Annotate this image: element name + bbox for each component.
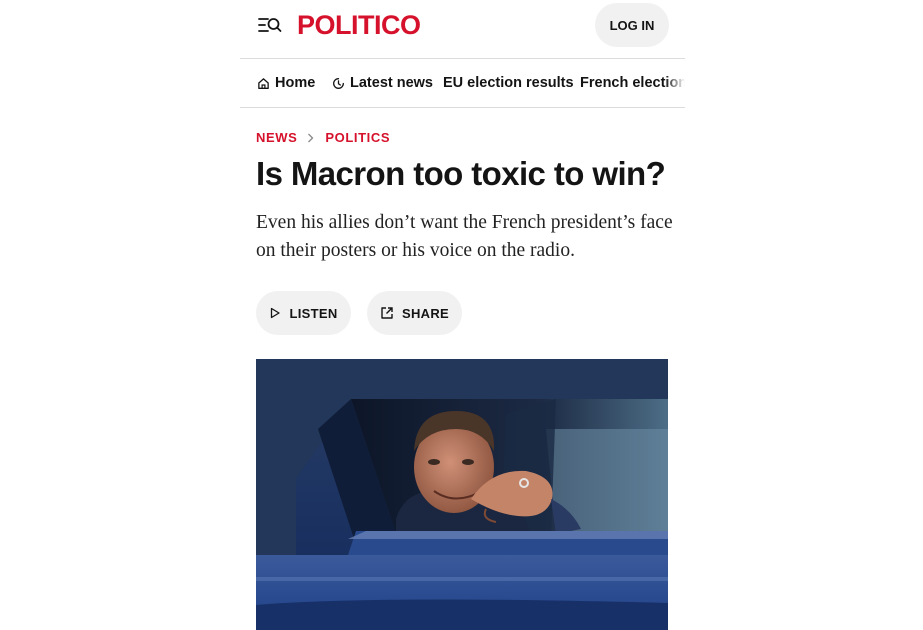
chevron-right-icon [307,133,314,143]
car-window-photo [256,359,668,630]
listen-button[interactable]: LISTEN [256,291,351,335]
nav-item-label: Home [275,75,316,91]
article-hero-image [256,359,668,630]
nav-item-latest-news[interactable]: Latest news [332,59,433,107]
play-icon [271,307,281,319]
section-nav: Home Latest news EU election results Fre… [240,59,685,107]
home-icon [258,77,269,89]
share-label: SHARE [401,305,449,321]
nav-item-home[interactable]: Home [257,59,315,107]
clock-icon [333,77,344,89]
article-dek: Even his allies don’t want the French pr… [256,212,673,261]
top-bar: POLITICO LOG IN [240,0,685,58]
nav-item-label: EU election results [443,75,574,91]
article-headline: Is Macron too toxic to win? [256,155,666,192]
breadcrumb-news[interactable]: NEWS [256,130,297,145]
breadcrumb-politics[interactable]: POLITICS [325,130,390,145]
share-icon [381,307,393,319]
nav-item-label: Latest news [350,75,433,91]
nav-fade [665,59,685,107]
login-button[interactable]: LOG IN [595,3,669,47]
nav-divider [240,107,685,108]
share-button[interactable]: SHARE [367,291,462,335]
menu-search-icon[interactable] [257,14,283,36]
listen-label: LISTEN [289,305,338,321]
politico-logo[interactable]: POLITICO [297,9,421,41]
nav-item-eu-election-results[interactable]: EU election results [443,59,574,107]
breadcrumb: NEWS POLITICS [256,130,390,145]
